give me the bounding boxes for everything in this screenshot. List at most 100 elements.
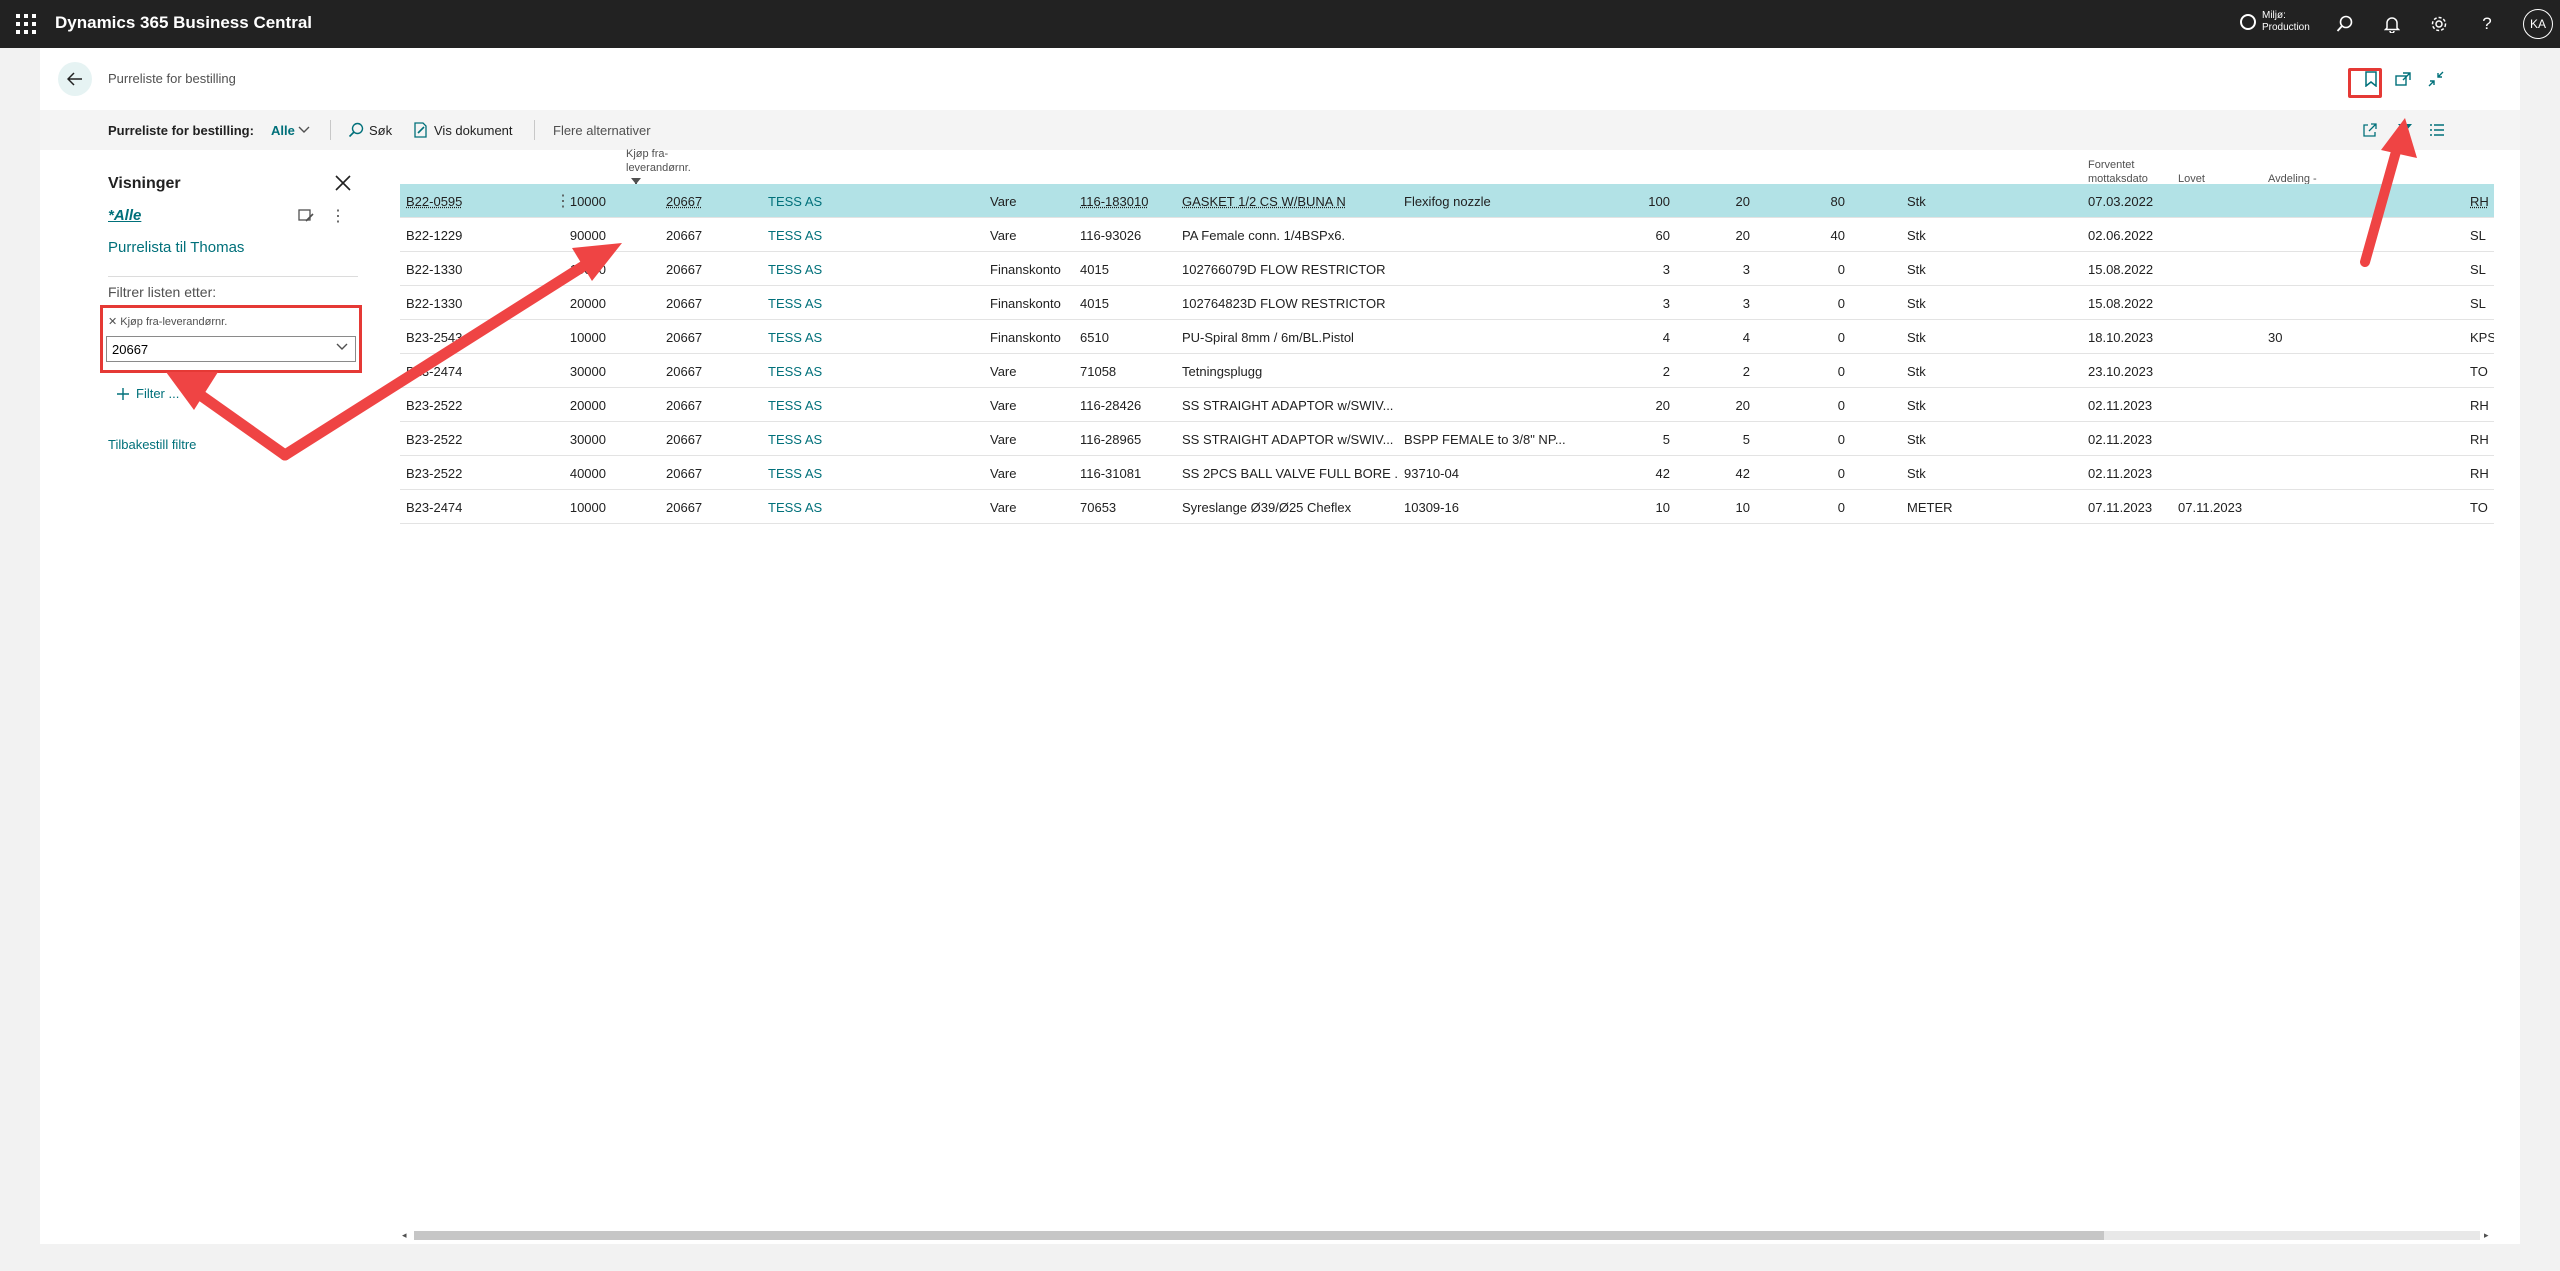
cell-type: Vare: [990, 432, 1017, 447]
cell-mottatt: 0: [1837, 364, 1845, 379]
cell-leverandornavn[interactable]: TESS AS: [768, 194, 968, 209]
cell-bilagsnr[interactable]: B23-2474: [406, 364, 476, 379]
list-layout-icon[interactable]: [2426, 119, 2448, 141]
cell-beskrivelse-2: BSPP FEMALE to 3/8" NP...: [1404, 432, 1566, 447]
cell-leverandornavn[interactable]: TESS AS: [768, 500, 968, 515]
view-item-alle[interactable]: *Alle: [108, 207, 141, 224]
scroll-left-arrow[interactable]: ◂: [402, 1230, 407, 1241]
environment-indicator[interactable]: Miljø: Production: [2240, 10, 2310, 34]
cell-leverandornavn[interactable]: TESS AS: [768, 432, 968, 447]
cell-linjenr: 30000: [569, 432, 606, 447]
scroll-right-arrow[interactable]: ▸: [2484, 1230, 2489, 1241]
cell-kjop-fra[interactable]: 20667: [666, 262, 726, 277]
table-row[interactable]: B23-2543 10000 20667 TESS AS Finanskonto 6510…: [400, 320, 2494, 354]
cell-antall: 4: [1662, 330, 1670, 345]
settings-gear-icon[interactable]: [2427, 12, 2451, 36]
cell-kjop-fra[interactable]: 20667: [666, 194, 726, 209]
table-row[interactable]: B23-2522 30000 20667 TESS AS Vare 116-28965 SS…: [400, 422, 2494, 456]
cell-lovet: 07.11.2023: [2178, 500, 2243, 515]
cell-bilagsnr[interactable]: B23-2543: [406, 330, 476, 345]
cell-bilagsnr[interactable]: B23-2522: [406, 398, 476, 413]
cell-beskrivelse: PU-Spiral 8mm / 6m/BL.Pistol: [1182, 330, 1354, 345]
view-item-thomas[interactable]: Purrelista til Thomas: [108, 239, 244, 256]
cell-kjop-fra[interactable]: 20667: [666, 398, 726, 413]
notification-bell-icon[interactable]: [2380, 12, 2404, 36]
cell-bilagsnr[interactable]: B23-2522: [406, 466, 476, 481]
cell-bilagsnr[interactable]: B22-0595: [406, 194, 476, 209]
reset-filters-link[interactable]: Tilbakestill filtre: [108, 437, 196, 452]
cell-kjop-fra[interactable]: 20667: [666, 466, 726, 481]
page-card: Purreliste for bestilling Purreliste for…: [40, 48, 2520, 1244]
cell-linjenr: 90000: [569, 228, 606, 243]
cell-type: Finanskonto: [990, 330, 1061, 345]
cell-leverandornavn[interactable]: TESS AS: [768, 330, 968, 345]
app-title[interactable]: Dynamics 365 Business Central: [55, 13, 312, 33]
scroll-thumb[interactable]: [414, 1231, 2104, 1240]
table-row[interactable]: B23-2522 20000 20667 TESS AS Vare 116-28426 SS…: [400, 388, 2494, 422]
cell-linjenr: 20000: [569, 296, 606, 311]
more-icon[interactable]: ⋮: [330, 206, 346, 226]
cell-forventet: 02.11.2023: [2088, 398, 2153, 413]
cell-leverandornavn[interactable]: TESS AS: [768, 364, 968, 379]
cell-nr: 116-93026: [1080, 228, 1142, 243]
cell-innk: TO: [2470, 364, 2488, 379]
close-icon[interactable]: [332, 172, 354, 194]
view-selector[interactable]: Alle: [271, 123, 295, 138]
horizontal-scrollbar[interactable]: ◂ ▸: [400, 1228, 2494, 1242]
cell-leverandornavn[interactable]: TESS AS: [768, 398, 968, 413]
help-icon[interactable]: ?: [2475, 12, 2499, 36]
search-button[interactable]: Søk: [348, 120, 392, 140]
search-icon[interactable]: [2333, 12, 2357, 36]
remove-filter-icon[interactable]: ✕: [108, 316, 120, 328]
table-row[interactable]: B23-2474 10000 20667 TESS AS Vare 70653 Syresl…: [400, 490, 2494, 524]
cell-leverandornavn[interactable]: TESS AS: [768, 296, 968, 311]
edit-view-icon[interactable]: [298, 207, 316, 225]
cell-bilagsnr[interactable]: B23-2522: [406, 432, 476, 447]
add-filter-button[interactable]: Filter ...: [116, 386, 179, 401]
filter-field-label[interactable]: ✕ Kjøp fra-leverandørnr.: [108, 315, 227, 328]
row-menu-icon[interactable]: ⋮: [555, 191, 571, 211]
cell-antall: 3: [1662, 296, 1670, 311]
annotation-highlight-filter-button: [2348, 68, 2382, 98]
open-new-window-icon[interactable]: [2392, 68, 2414, 90]
cell-kjop-fra[interactable]: 20667: [666, 330, 726, 345]
cell-bilagsnr[interactable]: B22-1330: [406, 262, 476, 277]
cell-beskrivelse-2: 10309-16: [1404, 500, 1459, 515]
table-row[interactable]: B23-2474 30000 20667 TESS AS Vare 71058 Tetnin…: [400, 354, 2494, 388]
cell-bilagsnr[interactable]: B23-2474: [406, 500, 476, 515]
back-button[interactable]: [58, 62, 92, 96]
cell-kjop-fra[interactable]: 20667: [666, 228, 726, 243]
table-row[interactable]: B22-1229 90000 20667 TESS AS Vare 116-93026 PA…: [400, 218, 2494, 252]
cell-beskrivelse-2: 93710-04: [1404, 466, 1459, 481]
cell-enhet: Stk: [1907, 262, 1926, 277]
cell-leverandornavn[interactable]: TESS AS: [768, 228, 968, 243]
cell-bilagsnr[interactable]: B22-1229: [406, 228, 476, 243]
chevron-down-icon[interactable]: [298, 124, 310, 134]
table-row[interactable]: B23-2522 40000 20667 TESS AS Vare 116-31081 SS…: [400, 456, 2494, 490]
document-edit-icon: [414, 122, 427, 138]
share-icon[interactable]: [2359, 119, 2381, 141]
cell-antall: 2: [1662, 364, 1670, 379]
table-row[interactable]: B22-1330 20000 20667 TESS AS Finanskonto 4015…: [400, 286, 2494, 320]
show-document-button[interactable]: Vis dokument: [413, 120, 513, 140]
table-row[interactable]: B22-0595 10000 20667 TESS AS Vare 116-183010 G…: [400, 184, 2494, 218]
cell-leverandornavn[interactable]: TESS AS: [768, 466, 968, 481]
cell-bilagsnr[interactable]: B22-1330: [406, 296, 476, 311]
chevron-down-icon[interactable]: [336, 341, 348, 351]
table-row[interactable]: B22-1330 10000 20667 TESS AS Finanskonto 4015…: [400, 252, 2494, 286]
filter-value-input[interactable]: [106, 336, 356, 362]
app-launcher-icon[interactable]: [16, 14, 36, 34]
cell-kjop-fra[interactable]: 20667: [666, 500, 726, 515]
user-avatar[interactable]: KA: [2523, 9, 2553, 39]
cell-kjop-fra[interactable]: 20667: [666, 364, 726, 379]
filter-toggle-icon[interactable]: [2394, 119, 2416, 141]
cell-enhet: Stk: [1907, 228, 1926, 243]
cell-innk: KPS: [2470, 330, 2494, 345]
collapse-icon[interactable]: [2425, 68, 2447, 90]
more-options-button[interactable]: Flere alternativer: [553, 123, 651, 138]
cell-antall: 10: [1655, 500, 1670, 515]
cell-leverandornavn[interactable]: TESS AS: [768, 262, 968, 277]
cell-nr: 116-183010: [1080, 194, 1149, 209]
cell-kjop-fra[interactable]: 20667: [666, 432, 726, 447]
cell-kjop-fra[interactable]: 20667: [666, 296, 726, 311]
